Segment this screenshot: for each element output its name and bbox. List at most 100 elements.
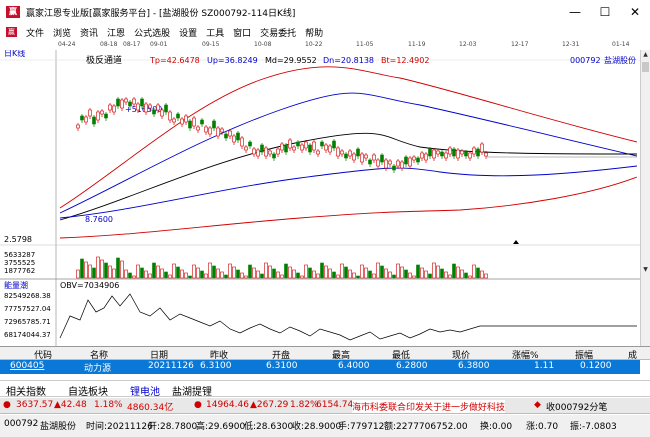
- status-amplitude: 振:-7.0803: [570, 422, 617, 432]
- candle-body: [156, 104, 160, 111]
- status-time: 时间:20211126: [86, 422, 153, 432]
- candle-body: [452, 148, 456, 157]
- volume-bar: [116, 257, 120, 279]
- tab-salt-lake-lithium[interactable]: 盐湖提锂: [172, 383, 212, 398]
- volume-bar: [376, 262, 380, 279]
- obv-tick: 68174044.37: [4, 331, 51, 339]
- date-tick: 01-14: [612, 41, 630, 48]
- table-row-selected[interactable]: 600405 动力源 20211126 6.3100 6.3100 6.4000…: [0, 360, 640, 374]
- indicator-bt: Bt=12.4902: [381, 56, 429, 65]
- status-volume: 手:779712: [338, 422, 385, 432]
- candle-body: [340, 150, 344, 155]
- sz-index: 14964.46: [206, 400, 249, 410]
- volume-bar: [436, 265, 440, 279]
- status-code: 000792: [4, 419, 39, 429]
- maximize-button[interactable]: ☐: [590, 0, 620, 24]
- volume-bar: [168, 274, 172, 279]
- volume-bar: [264, 262, 268, 279]
- menu-window[interactable]: 窗口: [233, 26, 251, 39]
- menu-logo-icon: 赢: [6, 27, 17, 37]
- date-tick: 08-18: [100, 41, 118, 48]
- minimize-button[interactable]: —: [560, 0, 590, 24]
- volume-bar: [184, 272, 188, 279]
- candle-body: [424, 153, 428, 161]
- candle-body: [172, 118, 176, 123]
- candle-body: [316, 150, 320, 155]
- indicator-name: 极反通道: [86, 54, 122, 66]
- menu-trade[interactable]: 交易委托: [260, 26, 296, 39]
- candle-body: [148, 104, 152, 109]
- cell-open: 6.3100: [266, 361, 298, 371]
- indicator-up: Up=36.8249: [207, 56, 258, 65]
- sector-tab-bar: 相关指数 自选板块 锂电池 盐湖提锂: [0, 380, 650, 398]
- volume-bar: [360, 264, 364, 279]
- volume-bar: [236, 269, 240, 279]
- candle-body: [76, 124, 80, 129]
- volume-bar: [456, 266, 460, 279]
- volume-bar: [368, 270, 372, 279]
- date-tick: 12-31: [562, 41, 580, 48]
- candle-body: [220, 128, 224, 133]
- chart-scrollbar[interactable]: ▲ ▼: [640, 50, 650, 346]
- volume-bar: [444, 271, 448, 279]
- triangle-marker-icon: [513, 240, 519, 244]
- volume-bar: [192, 264, 196, 279]
- tick-alert[interactable]: 收000792分笔: [546, 400, 607, 413]
- volume-bar: [132, 275, 136, 279]
- volume-bar: [320, 262, 324, 279]
- candle-body: [304, 141, 308, 149]
- status-open: 开:28.7800: [148, 422, 198, 432]
- stock-name: 盐湖股份: [604, 55, 636, 65]
- volume-bar: [356, 275, 360, 279]
- status-name: 盐湖股份: [40, 422, 77, 432]
- tab-lithium-battery[interactable]: 锂电池: [130, 383, 160, 398]
- menu-help[interactable]: 帮助: [305, 26, 323, 39]
- menu-tools[interactable]: 工具: [206, 26, 224, 39]
- scroll-down-icon[interactable]: ▼: [641, 265, 650, 275]
- candle-body: [200, 119, 204, 125]
- candle-body: [484, 152, 488, 157]
- kline-chart[interactable]: 日K线 极反通道 Tp=42.6478 Up=36.8249 Md=29.955…: [0, 50, 640, 346]
- candle-body: [276, 148, 280, 155]
- news-scroller[interactable]: 海市科委联合印发关于进一步做好科技: [352, 400, 506, 413]
- menu-file[interactable]: 文件: [26, 26, 44, 39]
- date-tick: 12-03: [459, 41, 477, 48]
- date-tick: 04-24: [58, 41, 76, 48]
- volume-tick: 3755525: [4, 259, 35, 267]
- tab-watchlist[interactable]: 自选板块: [68, 383, 108, 398]
- volume-bar: [480, 270, 484, 279]
- candle-body: [100, 110, 104, 115]
- volume-bar: [160, 268, 164, 279]
- tab-related-index[interactable]: 相关指数: [6, 383, 46, 398]
- candle-body: [448, 147, 452, 155]
- candle-body: [216, 127, 220, 137]
- scroll-thumb[interactable]: [642, 62, 649, 72]
- volume-bar: [364, 267, 368, 279]
- menu-info[interactable]: 资讯: [80, 26, 98, 39]
- volume-bar: [396, 263, 400, 279]
- date-tick: 11-19: [408, 41, 426, 48]
- candle-body: [180, 118, 184, 125]
- candle-body: [272, 153, 276, 159]
- candle-body: [236, 132, 240, 141]
- volume-bar: [484, 273, 488, 279]
- menu-settings[interactable]: 设置: [179, 26, 197, 39]
- menu-gann[interactable]: 江恩: [107, 26, 125, 39]
- volume-bar: [268, 265, 272, 279]
- indicator-md: Md=29.9552: [265, 56, 317, 65]
- candle-body: [128, 101, 132, 107]
- volume-bar: [100, 259, 104, 279]
- sh-index-icon: ●: [3, 400, 11, 410]
- menu-formula[interactable]: 公式选股: [134, 26, 170, 39]
- volume-bar: [472, 264, 476, 279]
- channel-top-line: [59, 66, 638, 209]
- volume-bars: [76, 256, 488, 279]
- volume-bar: [88, 264, 92, 279]
- volume-bar: [408, 272, 412, 279]
- cell-low: 6.2800: [396, 361, 428, 371]
- scroll-up-icon[interactable]: ▲: [641, 50, 650, 60]
- cell-code[interactable]: 600405: [10, 361, 44, 371]
- volume-bar: [148, 273, 152, 279]
- close-button[interactable]: ✕: [620, 0, 650, 24]
- menu-browse[interactable]: 浏览: [53, 26, 71, 39]
